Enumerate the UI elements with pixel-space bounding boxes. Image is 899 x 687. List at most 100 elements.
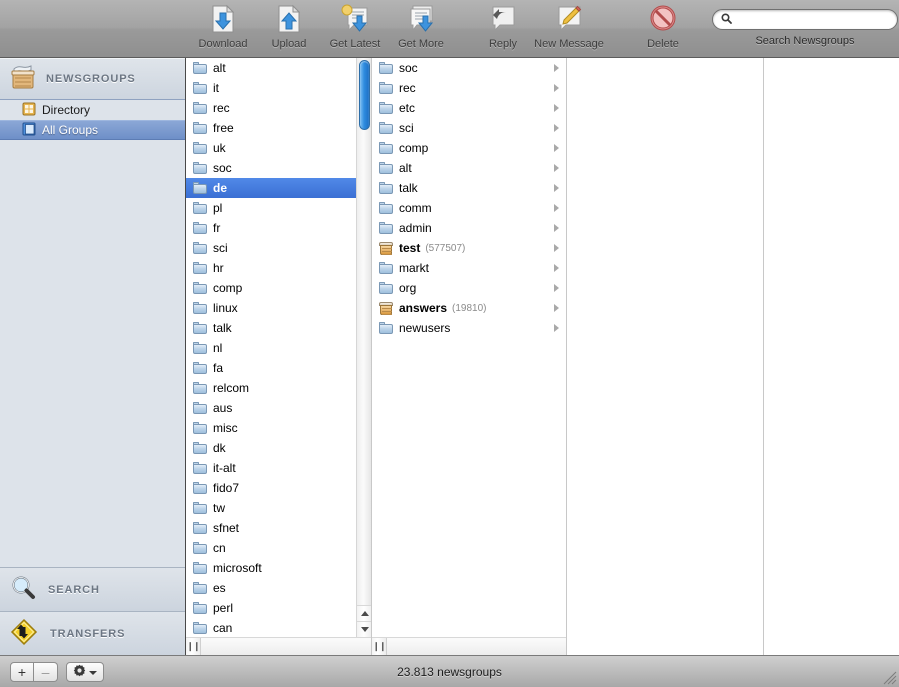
browser-row[interactable]: it-alt <box>186 458 371 478</box>
browser-row[interactable]: dk <box>186 438 371 458</box>
scroll-up-button[interactable] <box>357 605 371 621</box>
column-2-resize-grip[interactable]: ❙❙ <box>372 638 387 655</box>
browser-row-label: comp <box>213 281 242 295</box>
toolbar-button-download[interactable]: Download <box>190 0 256 56</box>
disclosure-arrow-icon <box>554 244 559 252</box>
search-newsgroups-field[interactable] <box>712 9 898 30</box>
action-menu-button[interactable] <box>66 662 104 682</box>
browser-row[interactable]: es <box>186 578 371 598</box>
browser-row-label: tw <box>213 501 225 515</box>
sidebar-section-search[interactable]: SEARCH <box>0 567 185 611</box>
sidebar-section-transfers[interactable]: TRANSFERS <box>0 611 185 655</box>
browser-row[interactable]: test(577507) <box>372 238 566 258</box>
browser-column-4[interactable] <box>764 58 891 655</box>
remove-button[interactable]: – <box>34 662 58 682</box>
browser-row[interactable]: cn <box>186 538 371 558</box>
toolbar-label-delete: Delete <box>647 38 679 50</box>
browser-row[interactable]: comp <box>372 138 566 158</box>
browser-row[interactable]: soc <box>186 158 371 178</box>
search-input[interactable] <box>736 14 889 26</box>
browser-row[interactable]: alt <box>372 158 566 178</box>
folder-icon <box>193 62 207 74</box>
browser-column-3[interactable] <box>567 58 764 655</box>
browser-row[interactable]: answers(19810) <box>372 298 566 318</box>
browser-row[interactable]: misc <box>186 418 371 438</box>
browser-row[interactable]: alt <box>186 58 371 78</box>
browser-row[interactable]: admin <box>372 218 566 238</box>
browser-row[interactable]: relcom <box>186 378 371 398</box>
browser-row[interactable]: comm <box>372 198 566 218</box>
browser-row[interactable]: perl <box>186 598 371 618</box>
toolbar-button-new-message[interactable]: New Message <box>536 0 602 56</box>
browser-row[interactable]: sci <box>186 238 371 258</box>
browser-row[interactable]: fa <box>186 358 371 378</box>
folder-icon <box>193 302 207 314</box>
browser-row-label: soc <box>213 161 232 175</box>
new-message-pencil-icon <box>554 4 584 34</box>
browser-row[interactable]: de <box>186 178 371 198</box>
browser-row[interactable]: fr <box>186 218 371 238</box>
column-1-resize-grip[interactable]: ❙❙ <box>186 638 201 655</box>
browser-column-1-list[interactable]: altitrec free uk soc deplfrscihr comp linuxtal… <box>186 58 371 637</box>
browser-column-2-list[interactable]: soc rec etcsci comp alt talkcommadmintest(577… <box>372 58 566 637</box>
browser-row[interactable]: it <box>186 78 371 98</box>
browser-row-label: comp <box>399 141 428 155</box>
toolbar-button-get-more[interactable]: Get More <box>388 0 454 56</box>
disclosure-arrow-icon <box>554 184 559 192</box>
browser-column-2-rows: soc rec etcsci comp alt talkcommadmintest(577… <box>372 58 566 338</box>
main-toolbar: Download Upload <box>0 0 899 58</box>
toolbar-button-delete[interactable]: Delete <box>630 0 696 56</box>
browser-row[interactable]: uk <box>186 138 371 158</box>
browser-row[interactable]: pl <box>186 198 371 218</box>
scrollbar-thumb[interactable] <box>359 60 370 130</box>
browser-row[interactable]: aus <box>186 398 371 418</box>
browser-row[interactable]: org <box>372 278 566 298</box>
folder-icon <box>193 82 207 94</box>
toolbar-button-get-latest[interactable]: Get Latest <box>322 0 388 56</box>
browser-row[interactable]: sfnet <box>186 518 371 538</box>
scroll-down-button[interactable] <box>357 621 371 637</box>
column-1-vertical-scrollbar[interactable] <box>356 58 371 637</box>
toolbar-button-reply[interactable]: Reply <box>470 0 536 56</box>
toolbar-button-upload[interactable]: Upload <box>256 0 322 56</box>
get-more-icon <box>405 4 437 34</box>
reply-arrow-icon <box>488 4 518 34</box>
sidebar-section-title: NEWSGROUPS <box>46 73 136 85</box>
browser-column-3-list[interactable] <box>567 58 763 655</box>
browser-row[interactable]: hr <box>186 258 371 278</box>
sidebar-item-directory[interactable]: Directory <box>0 100 185 120</box>
browser-row-label: perl <box>213 601 233 615</box>
browser-row[interactable]: tw <box>186 498 371 518</box>
browser-row-label: es <box>213 581 226 595</box>
browser-row[interactable]: nl <box>186 338 371 358</box>
browser-row[interactable]: can <box>186 618 371 637</box>
browser-row[interactable]: fido7 <box>186 478 371 498</box>
browser-row[interactable]: soc <box>372 58 566 78</box>
folder-icon <box>379 62 393 74</box>
sidebar-section-newsgroups[interactable]: NEWSGROUPS <box>0 58 185 100</box>
browser-row[interactable]: comp <box>186 278 371 298</box>
all-groups-icon <box>22 122 36 139</box>
browser-row[interactable]: etc <box>372 98 566 118</box>
sidebar-item-all-groups[interactable]: All Groups <box>0 120 185 140</box>
browser-row[interactable]: microsoft <box>186 558 371 578</box>
browser-row[interactable]: markt <box>372 258 566 278</box>
folder-icon <box>379 182 393 194</box>
browser-row[interactable]: free <box>186 118 371 138</box>
browser-row-label: can <box>213 621 232 635</box>
browser-row-label: alt <box>399 161 412 175</box>
add-button[interactable]: + <box>10 662 34 682</box>
browser-row[interactable]: talk <box>186 318 371 338</box>
browser-row[interactable]: rec <box>186 98 371 118</box>
browser-row[interactable]: sci <box>372 118 566 138</box>
browser-row-label: free <box>213 121 234 135</box>
browser-column-4-list[interactable] <box>764 58 891 655</box>
browser-row-label: rec <box>399 81 416 95</box>
window-resize-grip[interactable] <box>883 671 897 685</box>
browser-row[interactable]: linux <box>186 298 371 318</box>
browser-row[interactable]: newusers <box>372 318 566 338</box>
browser-row-label: fido7 <box>213 481 239 495</box>
browser-row[interactable]: talk <box>372 178 566 198</box>
browser-row[interactable]: rec <box>372 78 566 98</box>
browser-row-label: cn <box>213 541 226 555</box>
